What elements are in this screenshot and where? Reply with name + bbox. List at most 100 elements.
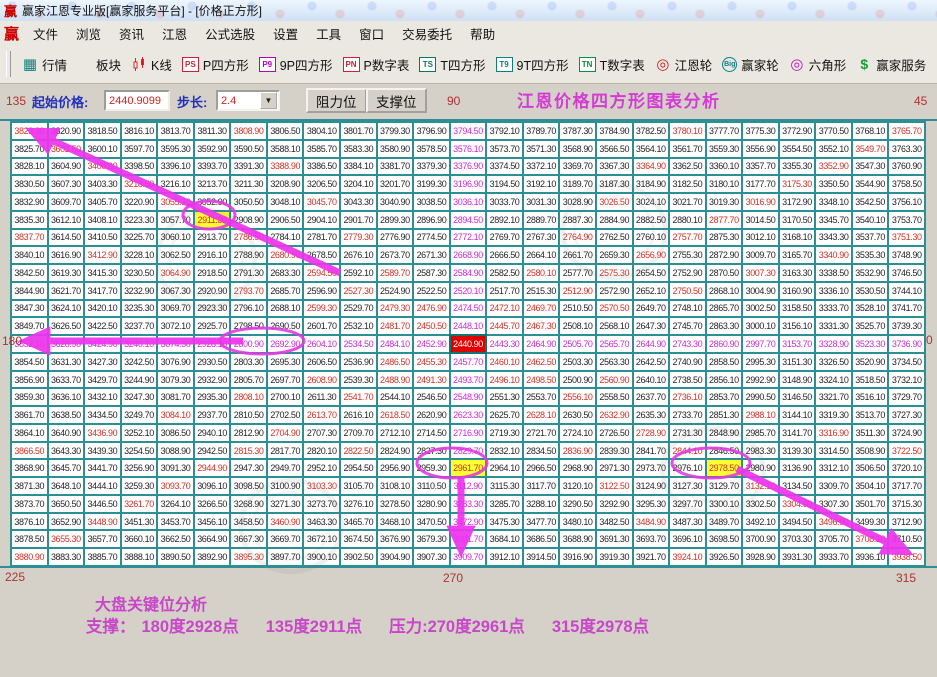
grid-cell[interactable]: 3864.10: [12, 425, 47, 441]
grid-cell[interactable]: 2760.10: [634, 230, 669, 246]
grid-cell[interactable]: 2623.30: [451, 407, 486, 423]
grid-cell[interactable]: 3218.50: [122, 176, 157, 192]
grid-cell[interactable]: 2743.30: [670, 336, 705, 352]
grid-cell[interactable]: 3268.90: [231, 496, 266, 512]
grid-cell[interactable]: 3700.90: [743, 531, 778, 547]
grid-cell[interactable]: 2484.10: [378, 336, 413, 352]
grid-cell[interactable]: 3252.10: [122, 425, 157, 441]
grid-cell[interactable]: 2844.10: [670, 443, 705, 459]
grid-cell[interactable]: 2635.30: [634, 407, 669, 423]
grid-cell[interactable]: 2464.90: [524, 336, 559, 352]
grid-cell[interactable]: 3110.50: [414, 478, 449, 494]
grid-cell[interactable]: 3580.90: [378, 141, 413, 157]
grid-cell[interactable]: 3211.30: [231, 176, 266, 192]
grid-cell[interactable]: 2618.50: [378, 407, 413, 423]
grid-cell[interactable]: 3026.50: [597, 194, 632, 210]
grid-cell[interactable]: 3091.30: [158, 460, 193, 476]
grid-cell[interactable]: 3564.10: [634, 141, 669, 157]
grid-cell[interactable]: 3916.90: [560, 549, 595, 565]
menu-item-窗口[interactable]: 窗口: [350, 21, 393, 46]
resistance-button[interactable]: 阻力位: [306, 88, 367, 113]
grid-cell[interactable]: 3381.70: [378, 159, 413, 175]
menu-item-公式选股[interactable]: 公式选股: [196, 21, 264, 46]
grid-cell[interactable]: 3645.70: [49, 460, 84, 476]
grid-cell[interactable]: 3823.30: [12, 123, 47, 139]
grid-cell[interactable]: 3799.30: [378, 123, 413, 139]
grid-cell[interactable]: 3520.90: [853, 354, 888, 370]
grid-cell[interactable]: 2628.10: [524, 407, 559, 423]
grid-cell[interactable]: 2443.30: [487, 336, 522, 352]
grid-cell[interactable]: 3604.90: [49, 159, 84, 175]
grid-cell-pressure-270[interactable]: 2961.70: [451, 460, 486, 476]
grid-cell[interactable]: 2863.30: [707, 318, 742, 334]
grid-cell[interactable]: 2656.90: [634, 247, 669, 263]
grid-cell[interactable]: 2827.30: [414, 443, 449, 459]
grid-cell[interactable]: 2755.30: [670, 247, 705, 263]
grid-cell[interactable]: 2611.30: [304, 389, 339, 405]
grid-cell[interactable]: 3513.70: [853, 407, 888, 423]
grid-cell[interactable]: 3309.70: [816, 478, 851, 494]
grid-cell[interactable]: 2517.70: [487, 283, 522, 299]
grid-cell[interactable]: 3780.10: [670, 123, 705, 139]
grid-cell[interactable]: 3453.70: [158, 514, 193, 530]
grid-cell[interactable]: 2786.50: [231, 230, 266, 246]
grid-cell[interactable]: 2971.30: [597, 460, 632, 476]
grid-cell[interactable]: 3204.10: [341, 176, 376, 192]
grid-cell[interactable]: 3148.90: [780, 372, 815, 388]
grid-cell[interactable]: 3688.90: [560, 531, 595, 547]
grid-cell[interactable]: 3727.30: [889, 407, 924, 423]
grid-cell[interactable]: 3264.10: [158, 496, 193, 512]
grid-cell[interactable]: 2805.70: [231, 372, 266, 388]
grid-cell[interactable]: 3684.10: [487, 531, 522, 547]
grid-cell[interactable]: 2772.10: [451, 230, 486, 246]
grid-cell[interactable]: 3108.10: [378, 478, 413, 494]
toolbar-button-板块[interactable]: 板块: [72, 52, 126, 77]
grid-cell[interactable]: 3031.30: [524, 194, 559, 210]
grid-cell[interactable]: 3652.90: [49, 514, 84, 530]
grid-cell[interactable]: 2748.10: [670, 301, 705, 317]
grid-cell[interactable]: 3556.90: [743, 141, 778, 157]
grid-cell[interactable]: 3429.70: [85, 372, 120, 388]
grid-cell[interactable]: 2820.10: [304, 443, 339, 459]
grid-cell[interactable]: 3444.10: [85, 478, 120, 494]
grid-cell[interactable]: 2925.70: [195, 318, 230, 334]
grid-cell[interactable]: 3040.90: [378, 194, 413, 210]
grid-cell[interactable]: 3465.70: [341, 514, 376, 530]
grid-cell[interactable]: 3033.70: [487, 194, 522, 210]
grid-cell[interactable]: 2959.30: [414, 460, 449, 476]
grid-cell[interactable]: 3100.90: [268, 478, 303, 494]
grid-cell[interactable]: 3391.30: [231, 159, 266, 175]
grid-cell[interactable]: 3340.90: [816, 247, 851, 263]
grid-cell[interactable]: 3165.70: [780, 247, 815, 263]
grid-cell[interactable]: 3501.70: [853, 496, 888, 512]
grid-cell[interactable]: 3667.30: [231, 531, 266, 547]
grid-cell[interactable]: 2654.50: [634, 265, 669, 281]
grid-cell[interactable]: 2923.30: [195, 301, 230, 317]
grid-cell[interactable]: 2664.10: [524, 247, 559, 263]
grid-cell[interactable]: 2512.90: [560, 283, 595, 299]
grid-cell[interactable]: 2846.50: [707, 443, 742, 459]
grid-cell[interactable]: 3907.30: [414, 549, 449, 565]
grid-cell[interactable]: 3441.70: [85, 460, 120, 476]
grid-cell[interactable]: 3662.50: [158, 531, 193, 547]
grid-cell[interactable]: 2649.70: [634, 301, 669, 317]
grid-cell[interactable]: 2505.70: [560, 336, 595, 352]
grid-cell[interactable]: 3470.50: [414, 514, 449, 530]
grid-cell[interactable]: 3880.90: [12, 549, 47, 565]
grid-cell[interactable]: 2721.70: [524, 425, 559, 441]
grid-cell[interactable]: 3578.50: [414, 141, 449, 157]
grid-cell[interactable]: 2889.70: [524, 212, 559, 228]
grid-cell[interactable]: 3432.10: [85, 389, 120, 405]
grid-cell[interactable]: 2644.90: [634, 336, 669, 352]
grid-cell[interactable]: 2947.30: [231, 460, 266, 476]
grid-cell[interactable]: 2781.70: [304, 230, 339, 246]
grid-cell[interactable]: 3396.10: [158, 159, 193, 175]
grid-cell[interactable]: 2606.50: [304, 354, 339, 370]
grid-cell[interactable]: 3136.90: [780, 460, 815, 476]
grid-cell[interactable]: 2570.50: [597, 301, 632, 317]
grid-cell[interactable]: 2457.70: [451, 354, 486, 370]
grid-cell[interactable]: 2839.30: [597, 443, 632, 459]
grid-cell[interactable]: 3876.10: [12, 514, 47, 530]
grid-cell[interactable]: 3352.90: [816, 159, 851, 175]
grid-cell[interactable]: 2968.90: [560, 460, 595, 476]
